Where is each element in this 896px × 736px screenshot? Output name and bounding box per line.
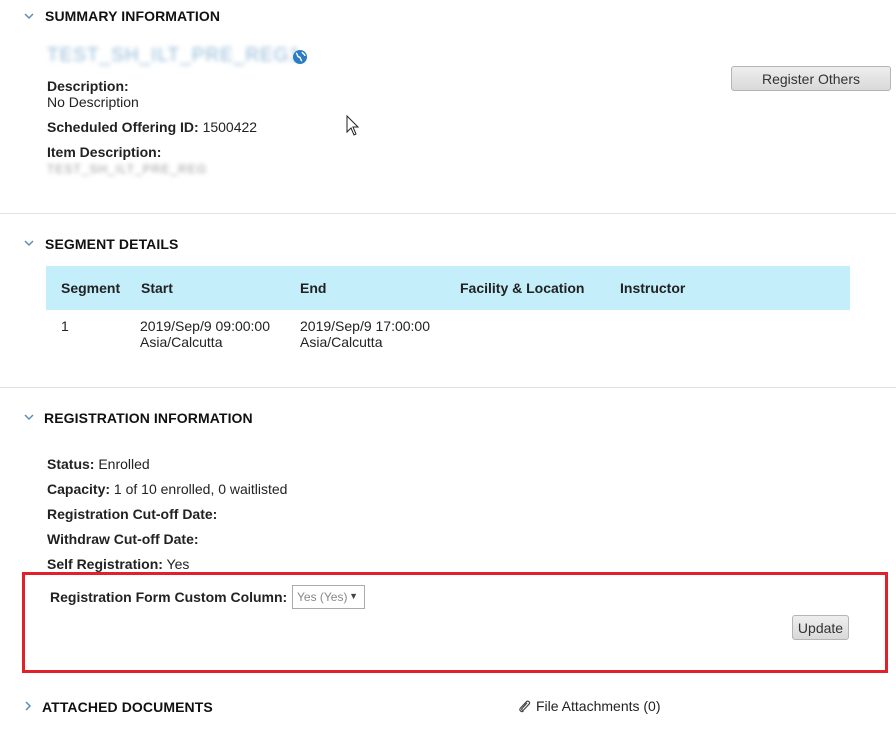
file-attachments-link[interactable]: File Attachments (0) — [536, 698, 661, 714]
registration-cutoff-label: Registration Cut-off Date: — [47, 506, 218, 522]
globe-icon[interactable] — [292, 49, 308, 65]
section-divider — [0, 387, 896, 388]
cell-segment: 1 — [61, 318, 69, 334]
self-registration-value: Yes — [166, 556, 190, 572]
section-title-attached[interactable]: ATTACHED DOCUMENTS — [42, 699, 213, 715]
capacity-value: 1 of 10 enrolled, 0 waitlisted — [113, 481, 288, 497]
column-header-segment: Segment — [61, 280, 121, 296]
chevron-down-icon[interactable] — [22, 236, 36, 250]
offering-id-label: Scheduled Offering ID: — [47, 119, 199, 135]
cell-start-date: 2019/Sep/9 09:00:00 — [140, 318, 271, 334]
description-value: No Description — [47, 94, 139, 110]
section-title-summary[interactable]: SUMMARY INFORMATION — [45, 8, 220, 24]
section-divider — [0, 213, 896, 214]
cell-start-tz: Asia/Calcutta — [140, 334, 223, 350]
offering-id-row: Scheduled Offering ID: 1500422 — [47, 119, 257, 135]
status-value: Enrolled — [98, 456, 150, 472]
item-description-value: TEST_SH_ILT_PRE_REG — [47, 162, 208, 176]
cell-end: 2019/Sep/9 17:00:00 Asia/Calcutta — [300, 318, 430, 350]
column-header-instructor: Instructor — [620, 280, 686, 296]
mouse-cursor-icon — [346, 115, 360, 136]
cell-start: 2019/Sep/9 09:00:00 Asia/Calcutta — [140, 318, 270, 350]
chevron-down-icon[interactable] — [22, 9, 36, 23]
dropdown-arrow-icon: ▼ — [349, 591, 358, 601]
self-registration-row: Self Registration: Yes — [47, 556, 189, 572]
chevron-down-icon[interactable] — [22, 410, 36, 424]
column-header-start: Start — [141, 280, 173, 296]
withdraw-cutoff-label: Withdraw Cut-off Date: — [47, 531, 199, 547]
offering-name: TEST_SH_ILT_PRE_REG1 — [47, 45, 302, 66]
custom-column-select[interactable]: Yes (Yes) ▼ — [292, 585, 365, 609]
update-button[interactable]: Update — [792, 615, 849, 640]
status-label: Status: — [47, 456, 95, 472]
self-registration-label: Self Registration: — [47, 556, 163, 572]
custom-column-selected: Yes (Yes) — [297, 590, 348, 604]
description-label: Description: — [47, 78, 129, 94]
highlight-box — [22, 572, 888, 673]
chevron-right-icon[interactable] — [21, 699, 35, 713]
section-title-registration[interactable]: REGISTRATION INFORMATION — [44, 410, 253, 426]
cell-end-tz: Asia/Calcutta — [300, 334, 383, 350]
capacity-label: Capacity: — [47, 481, 111, 497]
column-header-facility: Facility & Location — [460, 280, 585, 296]
paperclip-icon — [519, 700, 531, 713]
column-header-end: End — [300, 280, 327, 296]
table-row: 1 2019/Sep/9 09:00:00 Asia/Calcutta 2019… — [46, 316, 850, 352]
status-row: Status: Enrolled — [47, 456, 150, 472]
item-description-label: Item Description: — [47, 144, 162, 160]
offering-id-value: 1500422 — [202, 119, 258, 135]
section-title-segment[interactable]: SEGMENT DETAILS — [45, 236, 178, 252]
segment-table-header: Segment Start End Facility & Location In… — [46, 266, 850, 310]
custom-column-label: Registration Form Custom Column: — [50, 589, 288, 605]
cell-end-date: 2019/Sep/9 17:00:00 — [300, 318, 431, 334]
register-others-button[interactable]: Register Others — [731, 66, 891, 91]
capacity-row: Capacity: 1 of 10 enrolled, 0 waitlisted — [47, 481, 287, 497]
